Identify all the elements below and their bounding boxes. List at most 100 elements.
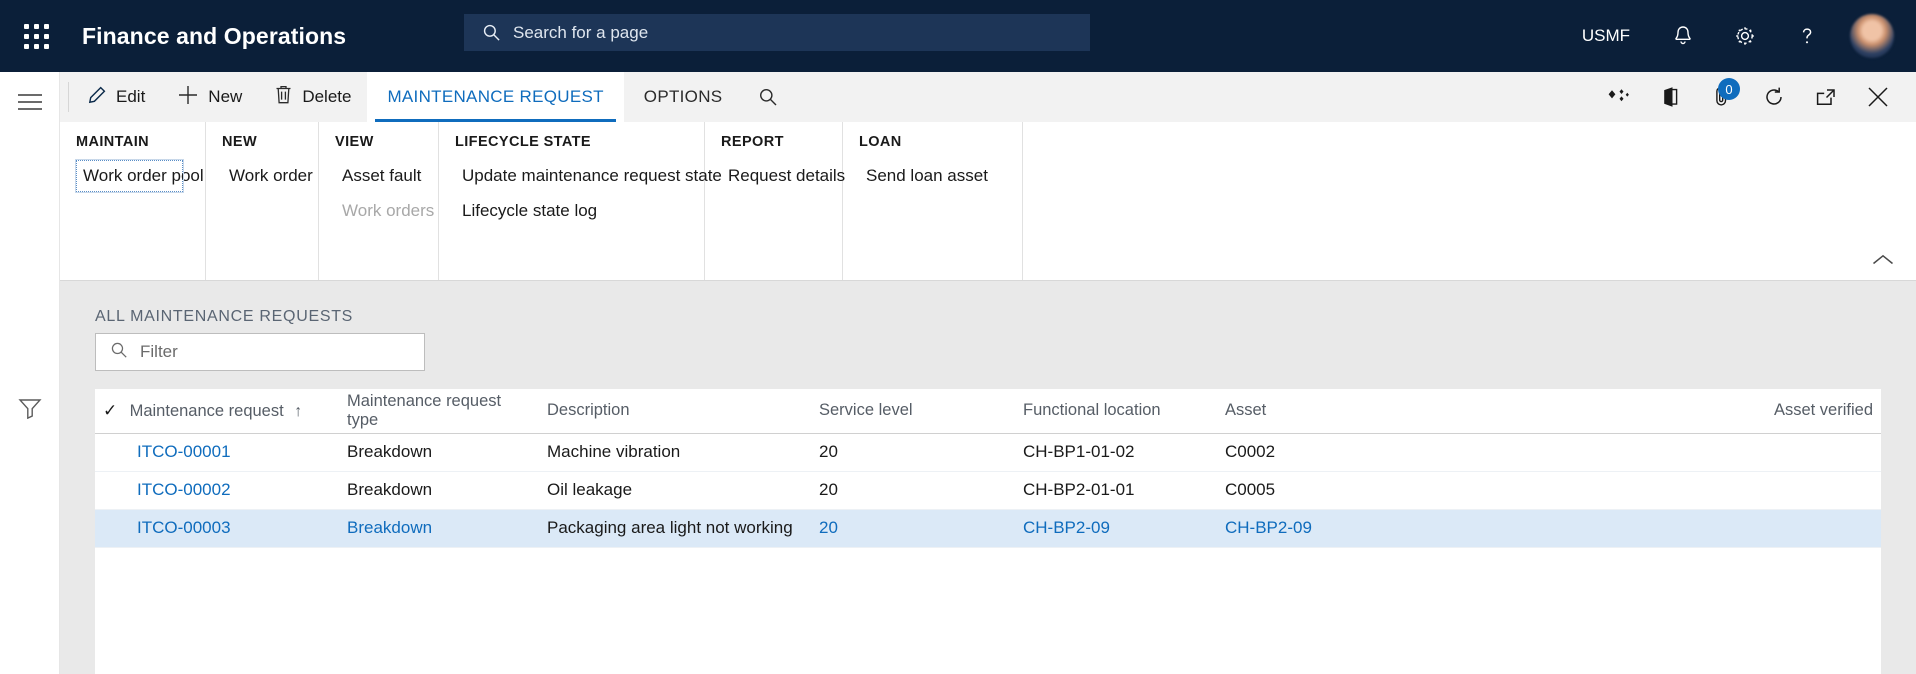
action-pane: MAINTAIN Work order pool NEW Work order … — [60, 122, 1916, 280]
action-group-loan-title: LOAN — [859, 134, 1000, 150]
cell-maintenance-request-type[interactable]: Breakdown — [339, 509, 539, 547]
new-button[interactable]: New — [161, 72, 258, 122]
table-row[interactable]: ITCO-00001 Breakdown Machine vibration 2… — [95, 433, 1881, 471]
filter-input-placeholder: Filter — [140, 342, 178, 362]
cell-functional-location[interactable]: CH-BP1-01-02 — [1015, 433, 1217, 471]
delete-button-label: Delete — [302, 87, 351, 107]
action-update-maintenance-request-state[interactable]: Update maintenance request state — [455, 160, 682, 192]
cell-maintenance-request-type[interactable]: Breakdown — [339, 471, 539, 509]
action-work-orders-label: Work orders — [342, 201, 434, 220]
open-in-new-window-icon[interactable] — [1800, 72, 1852, 122]
action-group-new: NEW Work order — [206, 122, 319, 280]
column-header-functional-location[interactable]: Functional location — [1015, 389, 1217, 433]
tab-options-label: OPTIONS — [644, 87, 723, 107]
action-asset-fault-label: Asset fault — [342, 166, 421, 185]
help-icon[interactable] — [1776, 0, 1838, 72]
grid-caption: ALL MAINTENANCE REQUESTS — [95, 308, 353, 326]
column-header-asset[interactable]: Asset — [1217, 389, 1419, 433]
cell-maintenance-request[interactable]: ITCO-00003 — [95, 509, 339, 547]
edit-button[interactable]: Edit — [71, 72, 161, 122]
delete-button[interactable]: Delete — [258, 72, 367, 122]
action-work-order-label: Work order — [229, 166, 313, 185]
action-work-order-pool[interactable]: Work order pool — [76, 160, 183, 192]
global-search-placeholder: Search for a page — [513, 23, 648, 43]
table-row[interactable]: ITCO-00002 Breakdown Oil leakage 20 CH-B… — [95, 471, 1881, 509]
trash-icon — [274, 84, 293, 110]
cell-functional-location[interactable]: CH-BP2-01-01 — [1015, 471, 1217, 509]
checkmark-icon[interactable]: ✓ — [103, 401, 125, 421]
cell-maintenance-request-link[interactable]: ITCO-00003 — [137, 518, 231, 537]
cell-maintenance-request-link[interactable]: ITCO-00001 — [137, 442, 231, 461]
app-launcher-icon[interactable] — [8, 24, 64, 49]
application-window: Finance and Operations Search for a page… — [0, 0, 1916, 674]
chevron-up-icon[interactable] — [1866, 246, 1900, 274]
top-nav-right-group: USMF — [1560, 0, 1916, 72]
action-work-order-pool-label: Work order pool — [83, 166, 204, 185]
cell-service-level[interactable]: 20 — [811, 433, 1015, 471]
column-header-service-level[interactable]: Service level — [811, 389, 1015, 433]
column-header-asset-verified[interactable]: Asset verified — [1419, 389, 1881, 433]
cell-maintenance-request-type[interactable]: Breakdown — [339, 433, 539, 471]
filter-input[interactable]: Filter — [95, 333, 425, 371]
cell-asset[interactable]: C0005 — [1217, 471, 1419, 509]
column-header-description[interactable]: Description — [539, 389, 811, 433]
user-avatar[interactable] — [1850, 14, 1894, 58]
action-lifecycle-state-log-label: Lifecycle state log — [462, 201, 597, 220]
action-work-orders: Work orders — [335, 195, 416, 227]
filter-icon[interactable] — [14, 392, 46, 424]
plus-icon — [177, 84, 199, 111]
action-asset-fault[interactable]: Asset fault — [335, 160, 416, 192]
action-group-loan: LOAN Send loan asset — [843, 122, 1023, 280]
action-lifecycle-state-log[interactable]: Lifecycle state log — [455, 195, 682, 227]
command-search-icon[interactable] — [742, 72, 794, 122]
action-send-loan-asset[interactable]: Send loan asset — [859, 160, 1000, 192]
navigation-menu-icon[interactable] — [14, 86, 46, 118]
attachments-icon[interactable]: 0 — [1696, 72, 1748, 122]
action-request-details-label: Request details — [728, 166, 845, 185]
cell-service-level[interactable]: 20 — [811, 509, 1015, 547]
action-request-details[interactable]: Request details — [721, 160, 820, 192]
action-work-order[interactable]: Work order — [222, 160, 296, 192]
cell-asset-verified[interactable] — [1419, 509, 1881, 547]
sort-ascending-icon[interactable]: ↑ — [294, 403, 302, 420]
maintenance-requests-table: ✓ Maintenance request ↑ Maintenance requ… — [95, 389, 1881, 548]
action-group-report: REPORT Request details — [705, 122, 843, 280]
command-separator — [68, 82, 69, 112]
cell-asset-verified[interactable] — [1419, 433, 1881, 471]
table-row[interactable]: ITCO-00003 Breakdown Packaging area ligh… — [95, 509, 1881, 547]
command-bar-right-group: 0 — [1592, 72, 1916, 122]
close-icon[interactable] — [1852, 72, 1904, 122]
cell-description[interactable]: Oil leakage — [539, 471, 811, 509]
action-group-lifecycle-state-title: LIFECYCLE STATE — [455, 134, 682, 150]
table-header-row: ✓ Maintenance request ↑ Maintenance requ… — [95, 389, 1881, 433]
global-search-input[interactable]: Search for a page — [464, 14, 1090, 51]
action-group-maintain-title: MAINTAIN — [76, 134, 183, 150]
column-header-maintenance-request-label: Maintenance request — [130, 402, 284, 420]
cell-description[interactable]: Packaging area light not working — [539, 509, 811, 547]
column-header-maintenance-request[interactable]: ✓ Maintenance request ↑ — [95, 389, 339, 433]
action-group-view-title: VIEW — [335, 134, 416, 150]
cell-functional-location[interactable]: CH-BP2-09 — [1015, 509, 1217, 547]
column-header-maintenance-request-type[interactable]: Maintenance request type — [339, 389, 539, 433]
company-selector[interactable]: USMF — [1560, 26, 1652, 46]
cell-asset[interactable]: CH-BP2-09 — [1217, 509, 1419, 547]
cell-service-level[interactable]: 20 — [811, 471, 1015, 509]
settings-icon[interactable] — [1714, 0, 1776, 72]
personalize-icon[interactable] — [1592, 72, 1644, 122]
attachments-badge: 0 — [1718, 78, 1740, 100]
action-update-maintenance-request-state-label: Update maintenance request state — [462, 166, 722, 185]
new-button-label: New — [208, 87, 242, 107]
tab-options[interactable]: OPTIONS — [624, 72, 743, 122]
cell-description[interactable]: Machine vibration — [539, 433, 811, 471]
tab-maintenance-request-label: MAINTENANCE REQUEST — [387, 87, 603, 107]
tab-maintenance-request[interactable]: MAINTENANCE REQUEST — [367, 72, 623, 122]
refresh-icon[interactable] — [1748, 72, 1800, 122]
notifications-icon[interactable] — [1652, 0, 1714, 72]
cell-maintenance-request[interactable]: ITCO-00001 — [95, 433, 339, 471]
open-in-office-icon[interactable] — [1644, 72, 1696, 122]
action-group-maintain: MAINTAIN Work order pool — [60, 122, 206, 280]
cell-asset-verified[interactable] — [1419, 471, 1881, 509]
cell-asset[interactable]: C0002 — [1217, 433, 1419, 471]
cell-maintenance-request[interactable]: ITCO-00002 — [95, 471, 339, 509]
cell-maintenance-request-link[interactable]: ITCO-00002 — [137, 480, 231, 499]
